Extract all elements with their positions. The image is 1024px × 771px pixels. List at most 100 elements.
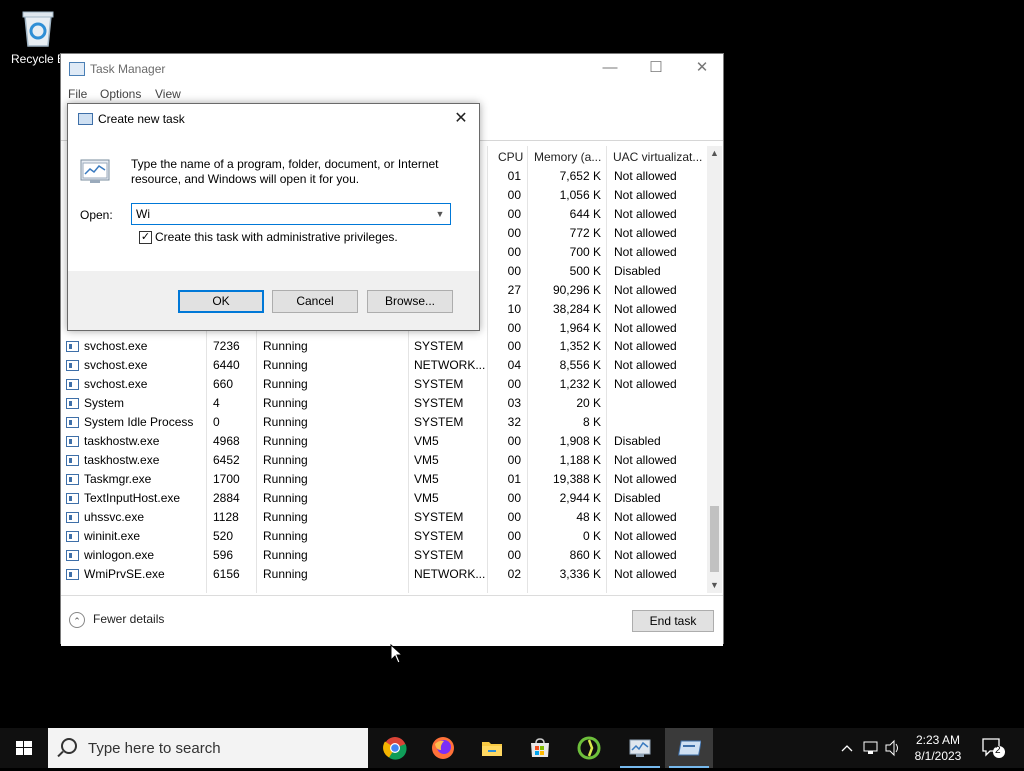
cell-cpu: 00	[507, 321, 521, 335]
cell-cpu: 00	[507, 188, 521, 202]
table-row[interactable]: WmiPrvSE.exe 6156 Running NETWORK... 02 3,336…	[65, 565, 707, 584]
clock-time: 2:23 AM	[915, 733, 961, 747]
cell-pid: 520	[213, 529, 234, 543]
run-dialog-taskbar-icon[interactable]	[665, 728, 713, 768]
taskbar-clock[interactable]: 2:23 AM 8/1/2023	[906, 732, 970, 764]
task-manager-footer: ⌃ Fewer details End task	[61, 595, 723, 646]
table-row[interactable]: svchost.exe 7236 Running SYSTEM 00 1,352 K Not…	[65, 337, 707, 356]
menu-file[interactable]: File	[68, 87, 87, 101]
cell-uac: Not allowed	[614, 339, 677, 353]
cell-uac: Not allowed	[614, 169, 677, 183]
cell-user: NETWORK...	[414, 567, 486, 581]
task-manager-titlebar[interactable]: Task Manager — ☐ ✕	[61, 54, 723, 84]
cell-cpu: 00	[507, 491, 521, 505]
chevron-down-icon[interactable]: ▼	[433, 206, 447, 222]
cell-cpu: 27	[507, 283, 521, 297]
scrollbar-thumb[interactable]	[710, 506, 719, 572]
cell-status: Running	[263, 434, 308, 448]
minimize-button[interactable]: —	[587, 54, 633, 84]
ok-button[interactable]: OK	[178, 290, 264, 313]
end-task-button[interactable]: End task	[632, 610, 714, 632]
cell-memory: 1,352 K	[559, 339, 601, 353]
task-manager-taskbar-icon[interactable]	[616, 728, 664, 768]
admin-privileges-label[interactable]: Create this task with administrative pri…	[155, 230, 398, 244]
menu-view[interactable]: View	[155, 87, 181, 101]
recycle-bin-icon	[19, 8, 57, 48]
cell-name: svchost.exe	[84, 358, 148, 372]
fewer-details-link[interactable]: ⌃ Fewer details	[69, 612, 164, 628]
cell-user: VM5	[414, 434, 439, 448]
cancel-button[interactable]: Cancel	[272, 290, 358, 313]
table-row[interactable]: Taskmgr.exe 1700 Running VM5 01 19,388 K Not a…	[65, 470, 707, 489]
scroll-up-arrow[interactable]: ▲	[707, 146, 722, 161]
scroll-down-arrow[interactable]: ▼	[707, 578, 722, 593]
admin-privileges-checkbox[interactable]: ✓	[139, 231, 152, 244]
cell-uac: Not allowed	[614, 529, 677, 543]
maximize-button[interactable]: ☐	[633, 54, 679, 84]
cell-pid: 6156	[213, 567, 240, 581]
process-icon	[66, 455, 79, 466]
table-row[interactable]: wininit.exe 520 Running SYSTEM 00 0 K Not allo…	[65, 527, 707, 546]
cell-user: SYSTEM	[414, 510, 464, 524]
process-icon	[66, 569, 79, 580]
chrome-icon[interactable]	[371, 728, 419, 768]
store-icon[interactable]	[516, 728, 564, 768]
table-row[interactable]: winlogon.exe 596 Running SYSTEM 00 860 K Not a…	[65, 546, 707, 565]
volume-icon[interactable]	[884, 728, 902, 768]
cell-memory: 0 K	[582, 529, 601, 543]
table-row[interactable]: System 4 Running SYSTEM 03 20 K	[65, 394, 707, 413]
file-explorer-icon[interactable]	[468, 728, 516, 768]
search-placeholder: Type here to search	[88, 740, 221, 757]
windows-logo-icon	[16, 741, 32, 755]
table-row[interactable]: TextInputHost.exe 2884 Running VM5 00 2,944 K…	[65, 489, 707, 508]
table-row[interactable]: svchost.exe 6440 Running NETWORK... 04 8,556 …	[65, 356, 707, 375]
cell-uac: Not allowed	[614, 321, 677, 335]
taskbar-search-box[interactable]: Type here to search	[48, 728, 368, 768]
dialog-description: Type the name of a program, folder, docu…	[131, 157, 439, 186]
column-header-memory[interactable]: Memory (a...	[534, 147, 601, 169]
table-row[interactable]: svchost.exe 660 Running SYSTEM 00 1,232 K Not …	[65, 375, 707, 394]
cell-user: SYSTEM	[414, 396, 464, 410]
cell-cpu: 00	[507, 434, 521, 448]
cell-uac: Not allowed	[614, 548, 677, 562]
show-hidden-icons[interactable]	[840, 728, 854, 768]
process-icon	[66, 341, 79, 352]
cell-name: svchost.exe	[84, 377, 148, 391]
open-input[interactable]	[136, 206, 426, 222]
firefox-icon[interactable]	[419, 728, 467, 768]
column-header-cpu[interactable]: CPU	[498, 147, 523, 169]
chevron-up-icon: ⌃	[69, 612, 85, 628]
open-combobox[interactable]: ▼	[131, 203, 451, 225]
cell-name: System	[84, 396, 125, 410]
cell-cpu: 00	[507, 226, 521, 240]
search-icon	[61, 738, 77, 754]
cell-cpu: 01	[507, 169, 521, 183]
cell-user: SYSTEM	[414, 548, 464, 562]
network-icon[interactable]	[862, 728, 880, 768]
app-green-icon[interactable]	[565, 728, 613, 768]
cell-name: taskhostw.exe	[84, 434, 160, 448]
table-row[interactable]: taskhostw.exe 6452 Running VM5 00 1,188 K Not …	[65, 451, 707, 470]
menu-options[interactable]: Options	[100, 87, 141, 101]
browse-button[interactable]: Browse...	[367, 290, 453, 313]
cell-uac: Not allowed	[614, 377, 677, 391]
cell-memory: 772 K	[569, 226, 601, 240]
close-button[interactable]: ✕	[679, 54, 725, 84]
table-row[interactable]: taskhostw.exe 4968 Running VM5 00 1,908 K Disa…	[65, 432, 707, 451]
dialog-close-button[interactable]: ✕	[449, 107, 473, 131]
cell-cpu: 00	[507, 529, 521, 543]
table-row[interactable]: uhssvc.exe 1128 Running SYSTEM 00 48 K Not all…	[65, 508, 707, 527]
dialog-body: Type the name of a program, folder, docu…	[68, 135, 479, 271]
cell-memory: 700 K	[569, 245, 601, 259]
dialog-title: Create new task	[98, 112, 185, 126]
run-program-icon	[80, 157, 110, 185]
cell-cpu: 01	[507, 472, 521, 486]
notification-center-icon[interactable]: 2	[980, 736, 1006, 760]
recycle-bin[interactable]: Recycle B	[8, 8, 68, 66]
start-button[interactable]	[0, 728, 48, 768]
vertical-scrollbar[interactable]: ▲ ▼	[707, 146, 722, 593]
column-header-uac[interactable]: UAC virtualizat...	[613, 147, 702, 169]
cell-user: SYSTEM	[414, 529, 464, 543]
table-row[interactable]: System Idle Process 0 Running SYSTEM 32 8 K	[65, 413, 707, 432]
cell-cpu: 00	[507, 264, 521, 278]
